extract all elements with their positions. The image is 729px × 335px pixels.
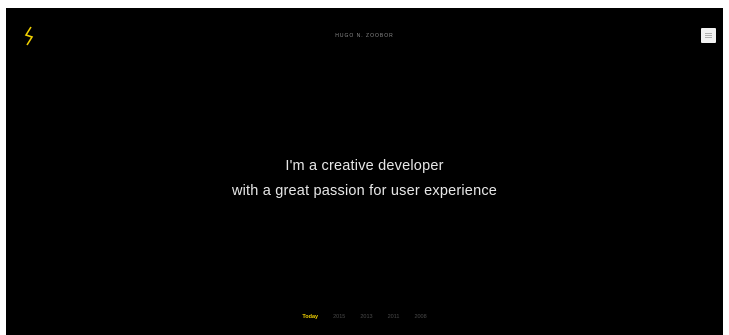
timeline-item-2013[interactable]: 2013 [360,314,372,320]
hero-line-1: I'm a creative developer [285,158,444,174]
timeline-nav: Today 2015 2013 2011 2008 [6,314,723,320]
menu-icon-line [705,35,712,36]
menu-icon [705,33,712,34]
timeline-item-today[interactable]: Today [302,314,318,320]
timeline-item-2015[interactable]: 2015 [333,314,345,320]
page-frame: HUGO N. ZOOBOR I'm a creative developer … [6,8,723,335]
menu-icon-line [705,37,712,38]
site-name: HUGO N. ZOOBOR [335,33,394,39]
menu-button[interactable] [701,28,716,43]
timeline-item-2011[interactable]: 2011 [388,314,400,320]
hero-line-2: with a great passion for user experience [231,183,498,199]
timeline-item-2008[interactable]: 2008 [414,314,426,320]
